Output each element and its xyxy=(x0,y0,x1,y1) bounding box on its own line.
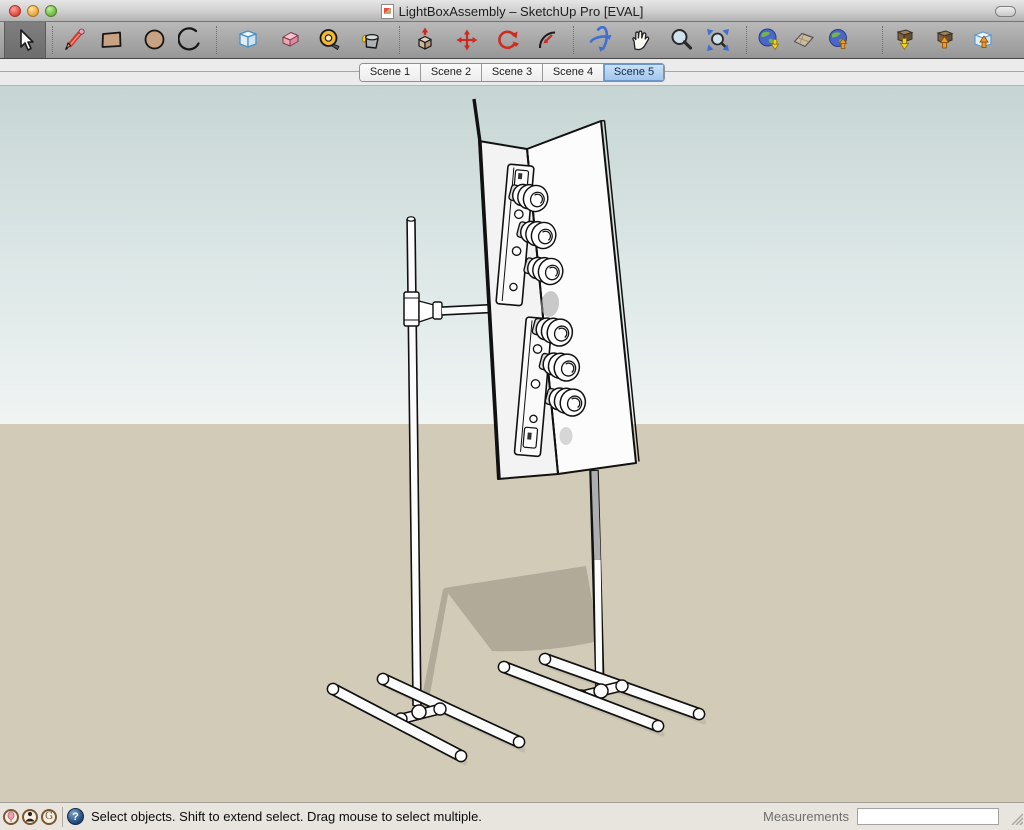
zoom-extents-button[interactable] xyxy=(701,23,735,57)
statusbar-separator xyxy=(62,806,63,827)
line-tool-button[interactable] xyxy=(58,23,92,57)
document-icon xyxy=(380,3,394,19)
sketchup-window: LightBoxAssembly – SketchUp Pro [EVAL] S… xyxy=(0,0,1024,830)
rotate-icon xyxy=(498,30,519,50)
balloon-icon xyxy=(7,810,15,822)
toolbar-separator xyxy=(52,26,53,54)
zoom-tool-button[interactable] xyxy=(665,23,699,57)
tab-scene-3[interactable]: Scene 3 xyxy=(482,64,543,81)
orbit-icon xyxy=(589,26,612,52)
toolbar xyxy=(0,22,1024,59)
toolbar-separator xyxy=(573,26,574,54)
toolbar-separator xyxy=(399,26,400,54)
get-models-button[interactable] xyxy=(887,23,921,57)
pan-hand-icon xyxy=(632,30,650,51)
push-pull-icon xyxy=(418,27,432,50)
toolbar-separator xyxy=(882,26,883,54)
circle-icon xyxy=(144,29,165,50)
measurements-label: Measurements xyxy=(763,809,849,824)
tab-scene-1[interactable]: Scene 1 xyxy=(360,64,421,81)
status-bar: G ? Select objects. Shift to extend sele… xyxy=(0,802,1024,830)
tab-scene-4[interactable]: Scene 4 xyxy=(543,64,604,81)
title-bar: LightBoxAssembly – SketchUp Pro [EVAL] xyxy=(0,0,1024,22)
tab-rule xyxy=(663,71,1024,72)
resize-grip[interactable] xyxy=(1009,811,1023,825)
move-tool-button[interactable] xyxy=(450,23,484,57)
offset-tool-button[interactable] xyxy=(531,23,565,57)
offset-icon xyxy=(538,31,556,49)
model-canvas xyxy=(0,86,1024,802)
google-g-icon: G xyxy=(45,810,53,822)
help-button[interactable]: ? xyxy=(67,808,84,825)
viewport-3d[interactable] xyxy=(0,86,1024,802)
arc-tool-button[interactable] xyxy=(175,23,209,57)
toolbar-toggle-button[interactable] xyxy=(995,6,1016,17)
rotate-tool-button[interactable] xyxy=(491,23,525,57)
right-stand-pole[interactable] xyxy=(589,469,605,690)
paint-bucket-icon xyxy=(361,34,379,49)
person-icon xyxy=(26,811,34,822)
component-box-icon xyxy=(239,30,257,48)
warehouse-up-arrow-icon xyxy=(936,30,954,49)
toggle-terrain-button[interactable] xyxy=(787,23,821,57)
arc-icon xyxy=(178,27,200,51)
tape-measure-icon xyxy=(319,29,340,51)
push-pull-tool-button[interactable] xyxy=(408,23,442,57)
component-up-arrow-icon xyxy=(973,31,993,48)
tab-scene-5[interactable]: Scene 5 xyxy=(604,64,664,81)
pencil-icon xyxy=(65,28,85,51)
orbit-tool-button[interactable] xyxy=(583,23,617,57)
eraser-tool-button[interactable] xyxy=(273,23,307,57)
rectangle-icon xyxy=(101,31,122,48)
pan-tool-button[interactable] xyxy=(623,23,657,57)
share-component-button[interactable] xyxy=(967,23,1001,57)
status-hint: Select objects. Shift to extend select. … xyxy=(91,809,482,824)
share-model-button[interactable] xyxy=(927,23,961,57)
select-tool-button[interactable] xyxy=(4,22,46,58)
tab-rule xyxy=(0,71,362,72)
paint-bucket-tool-button[interactable] xyxy=(355,23,389,57)
warehouse-down-arrow-icon xyxy=(896,29,914,51)
place-model-button[interactable] xyxy=(822,23,856,57)
tab-scene-2[interactable]: Scene 2 xyxy=(421,64,482,81)
zoom-extents-icon xyxy=(707,29,729,51)
circle-tool-button[interactable] xyxy=(138,23,172,57)
globe-down-arrow-icon xyxy=(758,28,780,51)
move-icon xyxy=(456,29,478,51)
scene-tab-strip: Scene 1 Scene 2 Scene 3 Scene 4 Scene 5 xyxy=(0,59,1024,86)
geolocation-button[interactable] xyxy=(3,808,19,825)
claim-credit-button[interactable] xyxy=(22,808,38,825)
make-component-button[interactable] xyxy=(231,23,265,57)
rectangle-tool-button[interactable] xyxy=(95,23,129,57)
window-title: LightBoxAssembly – SketchUp Pro [EVAL] xyxy=(398,3,644,19)
measurements-input[interactable] xyxy=(857,808,999,825)
eraser-icon xyxy=(282,32,299,47)
select-cursor-icon xyxy=(20,29,34,51)
terrain-icon xyxy=(793,32,814,48)
toolbar-separator xyxy=(216,26,217,54)
add-location-button[interactable] xyxy=(752,23,786,57)
globe-up-arrow-icon xyxy=(829,29,848,49)
toolbar-separator xyxy=(746,26,747,54)
zoom-magnifier-icon xyxy=(671,29,693,50)
tape-measure-tool-button[interactable] xyxy=(313,23,347,57)
google-button[interactable]: G xyxy=(41,808,57,825)
